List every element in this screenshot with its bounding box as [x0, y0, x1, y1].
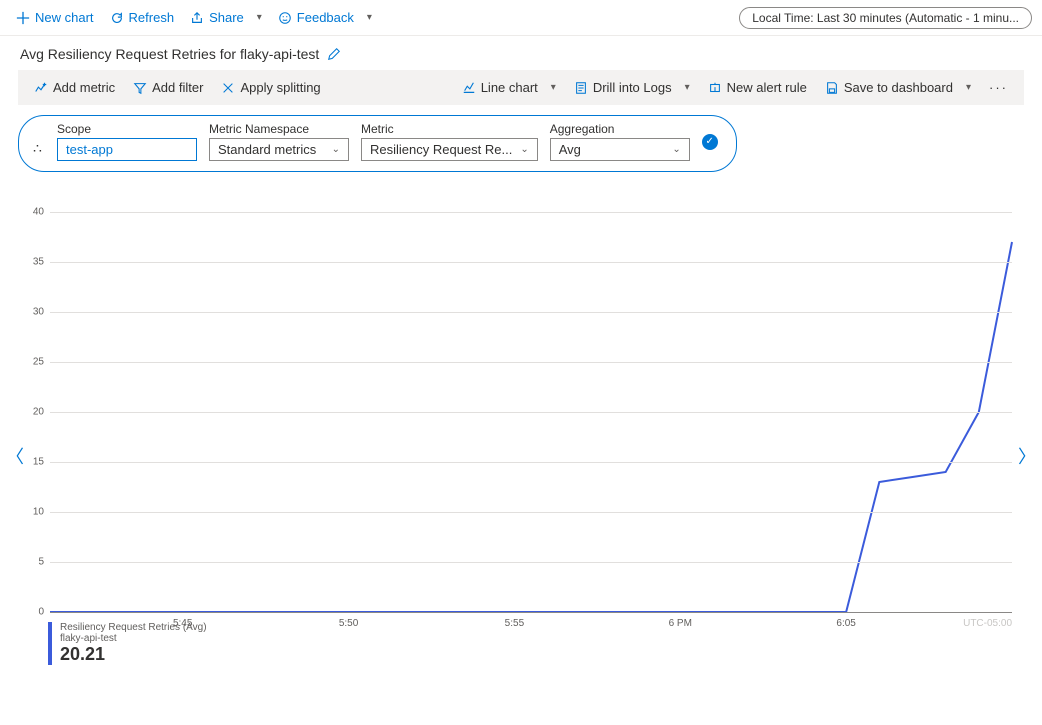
next-chart-button[interactable]: 〉 [1014, 439, 1040, 473]
x-axis-tick: 5:55 [505, 618, 524, 629]
metric-pill: ∴ Scope test-app Metric Namespace Standa… [18, 115, 737, 172]
share-label: Share [209, 10, 244, 25]
add-filter-label: Add filter [152, 80, 203, 95]
chevron-down-icon: ▾ [551, 82, 556, 93]
new-alert-button[interactable]: New alert rule [702, 76, 813, 99]
aggregation-field: Aggregation Avg ⌄ [550, 122, 690, 161]
namespace-picker[interactable]: Standard metrics ⌄ [209, 138, 349, 161]
aggregation-picker[interactable]: Avg ⌄ [550, 138, 690, 161]
y-axis-tick: 35 [22, 257, 44, 268]
drill-logs-label: Drill into Logs [593, 80, 672, 95]
apply-splitting-label: Apply splitting [240, 80, 320, 95]
metric-value: Resiliency Request Re... [370, 142, 512, 157]
chart-container: 〈 〉 05101520253035405:455:505:556 PM6:05… [0, 212, 1042, 665]
metric-label: Metric [361, 122, 538, 136]
grid-line [50, 512, 1012, 513]
y-axis-tick: 25 [22, 357, 44, 368]
feedback-label: Feedback [297, 10, 354, 25]
line-chart-icon [462, 81, 476, 95]
chevron-down-icon: ▾ [685, 82, 690, 93]
add-metric-label: Add metric [53, 80, 115, 95]
legend[interactable]: Resiliency Request Retries (Avg) flaky-a… [48, 622, 1042, 665]
chart-toolbar: Add metric Add filter Apply splitting Li… [18, 70, 1024, 105]
save-dashboard-label: Save to dashboard [844, 80, 953, 95]
y-axis-tick: 10 [22, 507, 44, 518]
aggregation-value: Avg [559, 142, 581, 157]
legend-value: 20.21 [60, 644, 207, 665]
grid-line [50, 262, 1012, 263]
grid-line [50, 212, 1012, 213]
scope-value: test-app [66, 142, 113, 157]
refresh-icon [110, 11, 124, 25]
namespace-field: Metric Namespace Standard metrics ⌄ [209, 122, 349, 161]
grid-line [50, 612, 1012, 613]
scope-label: Scope [57, 122, 197, 136]
add-filter-button[interactable]: Add filter [127, 76, 209, 99]
refresh-button[interactable]: Refresh [104, 6, 181, 29]
chart-type-label: Line chart [481, 80, 538, 95]
timezone-label: UTC-05:00 [963, 618, 1012, 629]
grid-line [50, 312, 1012, 313]
series-color-icon: ∴ [33, 140, 42, 157]
y-axis-tick: 30 [22, 307, 44, 318]
x-axis-tick: 5:45 [173, 618, 192, 629]
x-axis-tick: 6 PM [669, 618, 692, 629]
save-dashboard-button[interactable]: Save to dashboard ▾ [819, 76, 977, 99]
new-chart-button[interactable]: New chart [10, 6, 100, 29]
x-axis-tick: 5:50 [339, 618, 358, 629]
y-axis-tick: 40 [22, 207, 44, 218]
new-chart-label: New chart [35, 10, 94, 25]
metric-field: Metric Resiliency Request Re... ⌄ [361, 122, 538, 161]
share-icon [190, 11, 204, 25]
legend-resource: flaky-api-test [60, 633, 207, 644]
feedback-button[interactable]: Feedback ▾ [272, 6, 378, 29]
alert-icon [708, 81, 722, 95]
new-alert-label: New alert rule [727, 80, 807, 95]
legend-color-bar [48, 622, 52, 665]
scope-picker[interactable]: test-app [57, 138, 197, 161]
namespace-value: Standard metrics [218, 142, 316, 157]
filter-icon [133, 81, 147, 95]
metric-picker[interactable]: Resiliency Request Re... ⌄ [361, 138, 538, 161]
chevron-down-icon: ⌄ [672, 144, 680, 155]
apply-splitting-button[interactable]: Apply splitting [215, 76, 326, 99]
drill-logs-button[interactable]: Drill into Logs ▾ [568, 76, 696, 99]
chart-plot-area[interactable]: 05101520253035405:455:505:556 PM6:05UTC-… [50, 212, 1012, 612]
y-axis-tick: 5 [22, 557, 44, 568]
chart-title-row: Avg Resiliency Request Retries for flaky… [0, 36, 1042, 70]
chevron-down-icon: ▾ [257, 12, 262, 23]
check-icon: ✓ [702, 134, 718, 150]
chart-title: Avg Resiliency Request Retries for flaky… [20, 46, 319, 62]
aggregation-label: Aggregation [550, 122, 690, 136]
scope-field: Scope test-app [57, 122, 197, 161]
x-axis-tick: 6:05 [836, 618, 855, 629]
metric-icon [34, 81, 48, 95]
y-axis-tick: 0 [22, 607, 44, 618]
save-icon [825, 81, 839, 95]
grid-line [50, 462, 1012, 463]
smiley-icon [278, 11, 292, 25]
more-button[interactable]: ··· [983, 76, 1014, 99]
metric-selector-row: ∴ Scope test-app Metric Namespace Standa… [18, 115, 1024, 172]
top-toolbar: New chart Refresh Share ▾ Feedback ▾ Loc… [0, 0, 1042, 36]
time-range-picker[interactable]: Local Time: Last 30 minutes (Automatic -… [739, 7, 1032, 29]
namespace-label: Metric Namespace [209, 122, 349, 136]
y-axis-tick: 20 [22, 407, 44, 418]
add-metric-button[interactable]: Add metric [28, 76, 121, 99]
y-axis-tick: 15 [22, 457, 44, 468]
chevron-down-icon: ▾ [367, 12, 372, 23]
grid-line [50, 562, 1012, 563]
logs-icon [574, 81, 588, 95]
plus-icon [16, 11, 30, 25]
chevron-down-icon: ⌄ [520, 144, 528, 155]
grid-line [50, 412, 1012, 413]
grid-line [50, 362, 1012, 363]
chart-type-button[interactable]: Line chart ▾ [456, 76, 562, 99]
edit-icon[interactable] [327, 47, 341, 61]
chevron-down-icon: ⌄ [332, 144, 340, 155]
share-button[interactable]: Share ▾ [184, 6, 268, 29]
chevron-down-icon: ▾ [966, 82, 971, 93]
split-icon [221, 81, 235, 95]
refresh-label: Refresh [129, 10, 175, 25]
